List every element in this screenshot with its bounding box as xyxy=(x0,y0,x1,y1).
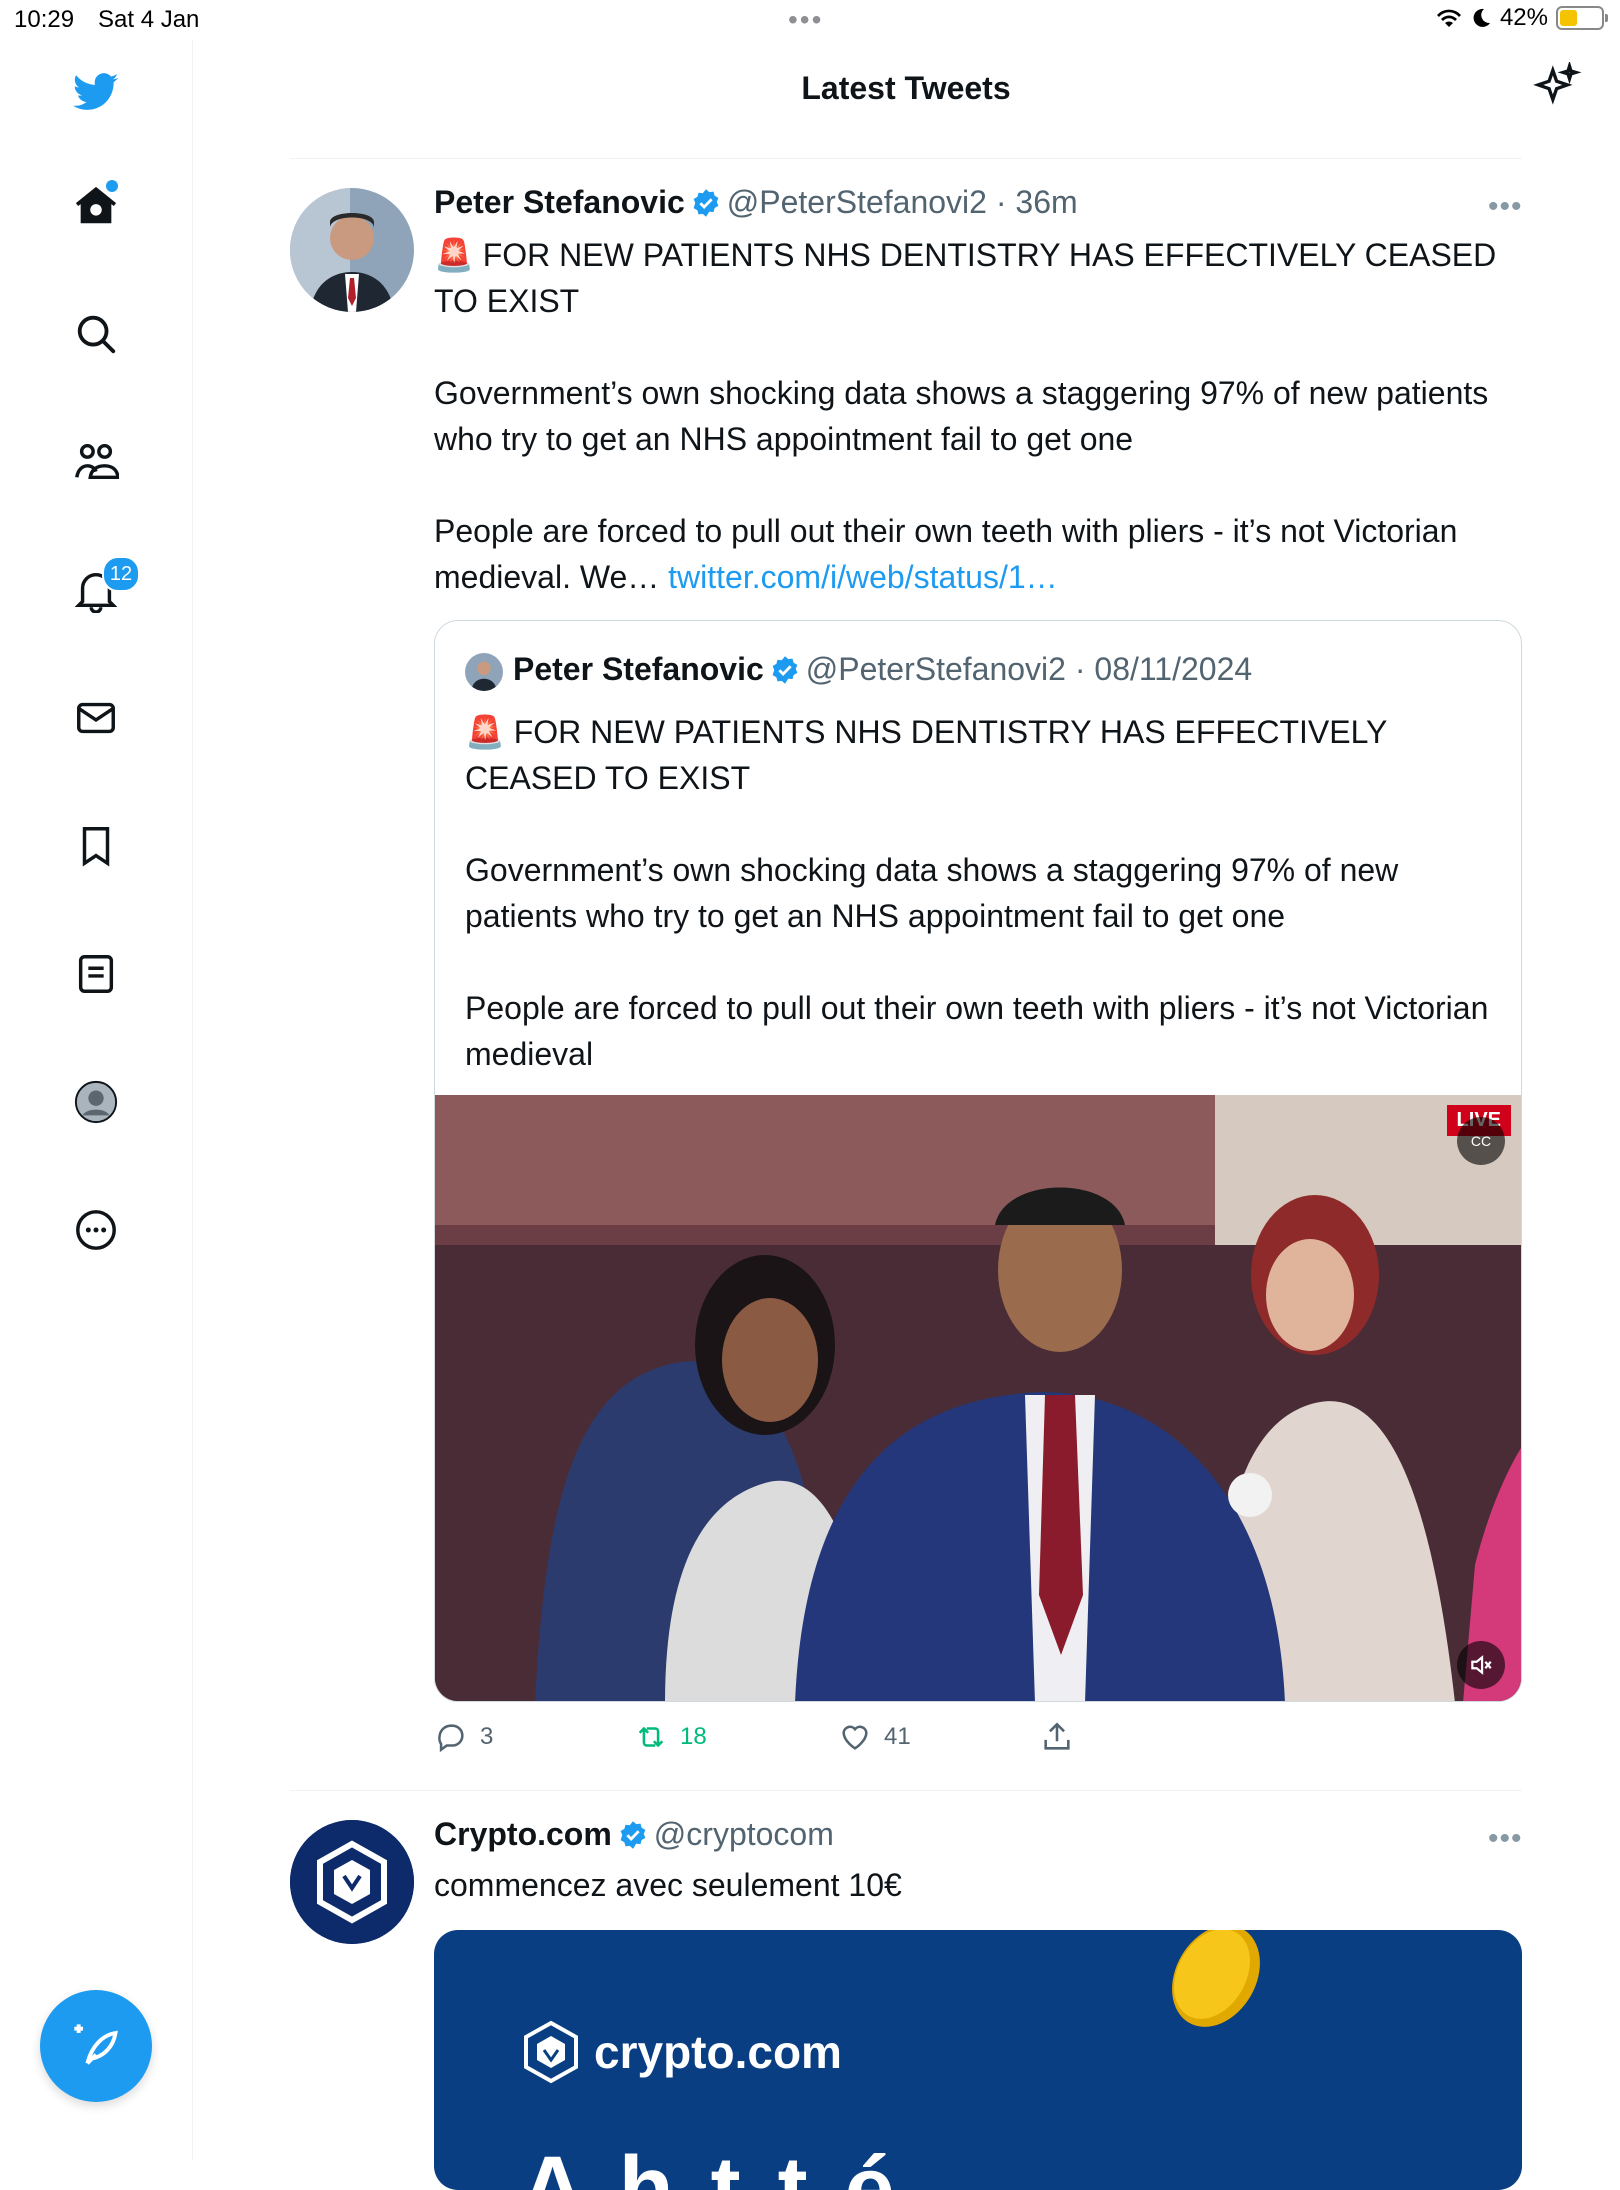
wifi-icon xyxy=(1436,9,1461,27)
share-button[interactable] xyxy=(1040,1720,1074,1754)
author-name[interactable]: Peter Stefanovic xyxy=(434,184,685,220)
tweet-header: Crypto.com @cryptocom xyxy=(434,1816,834,1853)
header-divider xyxy=(290,158,1522,159)
tweet-header: Peter Stefanovic @PeterStefanovi2 · 36m xyxy=(434,184,1078,221)
verified-badge-icon xyxy=(693,189,719,217)
multitasking-dots-icon[interactable]: ••• xyxy=(788,4,823,36)
tweet-link[interactable]: twitter.com/i/web/status/1… xyxy=(668,559,1057,595)
home-icon[interactable] xyxy=(66,176,126,236)
quote-time: · 08/11/2024 xyxy=(1074,651,1253,687)
moon-icon xyxy=(1473,8,1490,27)
notifications-icon[interactable]: 12 xyxy=(66,556,140,620)
promo-card[interactable]: crypto.com A h t t é xyxy=(434,1930,1522,2190)
like-button[interactable]: 41 xyxy=(838,1720,911,1754)
quote-text: 🚨 FOR NEW PATIENTS NHS DENTISTRY HAS EFF… xyxy=(465,714,1489,1072)
reply-count: 3 xyxy=(480,1723,494,1750)
page-title: Latest Tweets xyxy=(801,70,1011,106)
tweet-body: 🚨 FOR NEW PATIENTS NHS DENTISTRY HAS EFF… xyxy=(434,237,1497,595)
verified-badge-icon xyxy=(772,656,798,684)
more-icon[interactable] xyxy=(66,1200,126,1260)
author-name[interactable]: Crypto.com xyxy=(434,1816,612,1852)
share-icon xyxy=(1044,1722,1070,1750)
reply-button[interactable]: 3 xyxy=(434,1720,493,1754)
retweet-button[interactable]: 18 xyxy=(634,1720,707,1754)
crypto-logo-text: crypto.com xyxy=(594,2026,842,2078)
twitter-logo-icon[interactable] xyxy=(66,62,126,122)
status-time: 10:29 xyxy=(14,6,75,33)
lists-icon[interactable] xyxy=(66,944,126,1004)
muted-speaker-icon xyxy=(1471,1655,1492,1675)
video-player[interactable]: LIVE CC xyxy=(435,1095,1521,1701)
communities-icon[interactable] xyxy=(66,432,126,492)
heart-icon xyxy=(842,1725,868,1750)
verified-badge-icon xyxy=(620,1821,646,1849)
messages-icon[interactable] xyxy=(66,688,126,748)
home-new-dot xyxy=(106,180,118,192)
quote-author-name: Peter Stefanovic xyxy=(513,651,764,687)
quoted-tweet[interactable]: Peter Stefanovic @PeterStefanovi2 · 08/11… xyxy=(434,620,1522,1702)
coin-image xyxy=(1172,1930,1260,2027)
battery-fill xyxy=(1560,10,1577,26)
tweet-time[interactable]: · 36m xyxy=(996,184,1078,220)
battery-percent: 42% xyxy=(1499,4,1548,31)
reply-icon xyxy=(438,1724,464,1753)
tweet-more-icon[interactable]: ••• xyxy=(1488,1822,1523,1856)
sidebar: 12 xyxy=(0,40,193,2160)
avatar[interactable] xyxy=(290,188,414,312)
sparkle-icon[interactable] xyxy=(1532,62,1582,112)
notifications-badge: 12 xyxy=(102,556,140,592)
status-date: Sat 4 Jan xyxy=(98,6,200,33)
crypto-logo: crypto.com xyxy=(522,2020,842,2084)
mute-button[interactable] xyxy=(1457,1641,1505,1689)
tweet-text: commencez avec seulement 10€ xyxy=(434,1867,902,1903)
search-icon[interactable] xyxy=(66,304,126,364)
retweet-icon xyxy=(638,1726,664,1748)
like-count: 41 xyxy=(884,1723,911,1750)
crypto-logo-icon xyxy=(524,2020,578,2084)
author-handle[interactable]: @cryptocom xyxy=(654,1816,834,1852)
compose-tweet-icon xyxy=(74,2024,118,2065)
promo-headline: A h t t é xyxy=(520,2139,901,2190)
status-bar: 10:29 Sat 4 Jan ••• 42% xyxy=(0,0,1620,40)
bookmarks-icon[interactable] xyxy=(66,816,126,876)
battery-icon xyxy=(1556,6,1608,30)
avatar[interactable] xyxy=(290,1820,414,1944)
retweet-count: 18 xyxy=(680,1723,707,1750)
tweet-more-icon[interactable]: ••• xyxy=(1488,190,1523,224)
quote-avatar xyxy=(465,653,503,691)
video-frame xyxy=(435,1095,1521,1701)
quote-author-handle: @PeterStefanovi2 xyxy=(805,651,1066,687)
author-handle[interactable]: @PeterStefanovi2 xyxy=(727,184,987,220)
compose-tweet-button[interactable] xyxy=(40,1990,152,2102)
captions-label: CC xyxy=(1470,1133,1492,1149)
status-right: 42% xyxy=(1436,4,1608,32)
profile-icon[interactable] xyxy=(66,1072,126,1132)
quote-header: Peter Stefanovic @PeterStefanovi2 · 08/11… xyxy=(513,651,1252,688)
tweet-text: 🚨 FOR NEW PATIENTS NHS DENTISTRY HAS EFF… xyxy=(434,232,1514,600)
tweet-divider xyxy=(290,1790,1522,1791)
captions-button[interactable]: CC xyxy=(1457,1117,1505,1165)
